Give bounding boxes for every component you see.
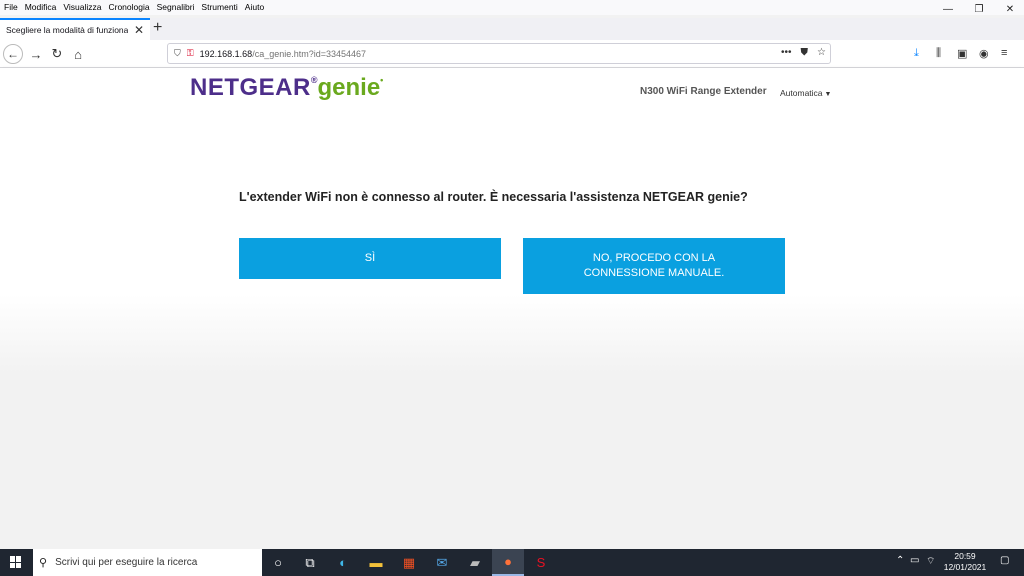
mail-icon[interactable]: ✉	[426, 549, 458, 576]
logo-netgear-text: NETGEAR	[190, 74, 311, 101]
windows-start-icon[interactable]	[10, 556, 22, 568]
yes-button[interactable]: SÌ	[239, 238, 501, 279]
tab-bar: Scegliere la modalità di funzionamento ✕…	[0, 18, 1024, 40]
address-bar[interactable]: ⛉ ⚿ 192.168.1.68/ca_genie.htm?id=3345446…	[167, 43, 831, 64]
url-text[interactable]: 192.168.1.68/ca_genie.htm?id=33454467	[200, 49, 366, 59]
taskbar-search-placeholder: Scrivi qui per eseguire la ricerca	[55, 557, 198, 568]
url-path: /ca_genie.htm?id=33454467	[252, 48, 367, 59]
taskbar-clock[interactable]: 20:59 12/01/2021	[940, 551, 990, 573]
page-actions-icon[interactable]: •••	[781, 47, 792, 58]
taskbar-search-box[interactable]: ⚲ Scrivi qui per eseguire la ricerca	[33, 549, 262, 576]
menu-visualizza[interactable]: Visualizza	[63, 2, 101, 12]
manual-connection-button[interactable]: NO, PROCEDO CON LA CONNESSIONE MANUALE.	[523, 238, 785, 294]
restore-button[interactable]: ❐	[963, 0, 995, 18]
assistance-question: L'extender WiFi non è connesso al router…	[239, 190, 748, 204]
caret-down-icon: ▼	[824, 91, 832, 98]
edge-icon[interactable]: ◐	[327, 549, 359, 576]
hamburger-menu-icon[interactable]: ≡	[1001, 47, 1007, 59]
netgear-genie-logo: NETGEAR®genie•	[190, 76, 383, 100]
tab-active[interactable]: Scegliere la modalità di funzionamento ✕	[0, 18, 150, 40]
menu-aiuto[interactable]: Aiuto	[245, 2, 264, 12]
clock-date: 12/01/2021	[943, 562, 987, 572]
arrow-left-icon: ←	[7, 47, 19, 61]
page-header: NETGEAR®genie• N300 WiFi Range Extender …	[0, 68, 1024, 114]
battery-icon[interactable]: ▭	[910, 555, 919, 566]
reload-icon: ↻	[51, 46, 63, 61]
cortana-icon[interactable]: ○	[262, 549, 294, 576]
new-tab-button[interactable]: +	[153, 19, 162, 37]
shield-icon[interactable]: ⛉	[174, 48, 181, 59]
logo-genie-text: genie	[317, 74, 381, 101]
menu-strumenti[interactable]: Strumenti	[201, 2, 237, 12]
menu-bar: File Modifica Visualizza Cronologia Segn…	[0, 0, 1024, 15]
tab-close-icon[interactable]: ✕	[134, 23, 144, 37]
forward-button[interactable]: →	[27, 45, 45, 63]
product-name: N300 WiFi Range Extender	[640, 86, 767, 97]
account-icon[interactable]: ◉	[979, 47, 989, 60]
store-icon[interactable]: ▦	[393, 549, 425, 576]
back-button[interactable]: ←	[3, 44, 23, 64]
window-close-button[interactable]: ✕	[994, 0, 1024, 18]
app-icon[interactable]: ▰	[459, 549, 491, 576]
downloads-icon[interactable]: ⤓	[914, 47, 919, 60]
red-s-app-icon[interactable]: S	[525, 549, 557, 576]
insecure-lock-icon[interactable]: ⚿	[187, 48, 194, 59]
language-select[interactable]: Automatica ▼	[780, 88, 831, 98]
pocket-icon[interactable]: ⛊	[801, 47, 809, 58]
minimize-button[interactable]: —	[932, 0, 964, 18]
task-view-icon[interactable]: ⧉	[294, 549, 326, 576]
clock-time: 20:59	[954, 551, 976, 561]
library-icon[interactable]: ⫼	[936, 47, 941, 60]
home-button[interactable]: ⌂	[69, 45, 87, 63]
sidebar-icon[interactable]: ▣	[957, 47, 967, 60]
menu-segnalibri[interactable]: Segnalibri	[157, 2, 195, 12]
network-icon[interactable]: ⌔	[926, 555, 935, 568]
main-content: L'extender WiFi non è connesso al router…	[0, 114, 1024, 549]
language-value: Automatica	[780, 88, 823, 98]
windows-taskbar: ⚲ Scrivi qui per eseguire la ricerca ○ ⧉…	[0, 549, 1024, 576]
menu-modifica[interactable]: Modifica	[25, 2, 57, 12]
file-explorer-icon[interactable]: ▬	[360, 549, 392, 576]
tray-chevron-up-icon[interactable]: ⌃	[896, 555, 904, 566]
navigation-toolbar: ← → ↻ ⌂ ⛉ ⚿ 192.168.1.68/ca_genie.htm?id…	[0, 40, 1024, 68]
url-host: 192.168.1.68	[199, 48, 253, 59]
menu-cronologia[interactable]: Cronologia	[108, 2, 149, 12]
notification-icon[interactable]: ▢	[1000, 555, 1009, 566]
logo-dot-icon: •	[380, 75, 384, 85]
firefox-taskbar-icon[interactable]: ●	[492, 549, 524, 576]
home-icon: ⌂	[74, 46, 82, 62]
bookmark-star-icon[interactable]: ☆	[817, 47, 826, 58]
search-icon: ⚲	[39, 557, 48, 569]
reload-button[interactable]: ↻	[48, 45, 66, 63]
arrow-right-icon: →	[29, 46, 43, 62]
menu-file[interactable]: File	[4, 2, 18, 12]
tab-title: Scegliere la modalità di funzionamento	[6, 25, 128, 35]
